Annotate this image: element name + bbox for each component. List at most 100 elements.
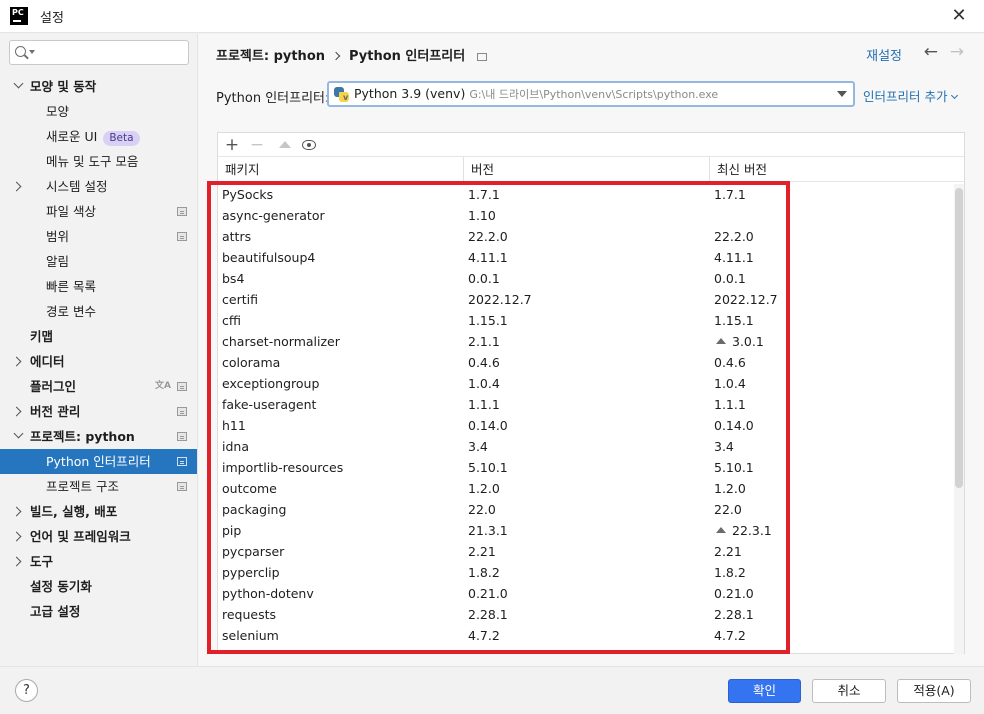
chevron-down-icon[interactable] [13, 428, 24, 439]
table-row[interactable]: fake-useragent 1.1.1 1.1.1 [218, 394, 956, 415]
sidebar-item-label: 버전 관리 [30, 404, 81, 419]
package-version: 1.0.4 [468, 376, 500, 391]
sidebar-item[interactable]: 모양 [0, 99, 197, 124]
interpreter-select[interactable]: v Python 3.9 (venv) G:\내 드라이브\Python\venv… [327, 81, 855, 107]
sidebar-item[interactable]: 버전 관리 [0, 399, 197, 424]
sidebar-item[interactable]: 설정 동기화 [0, 574, 197, 599]
help-button[interactable]: ? [15, 679, 38, 702]
project-scope-icon [177, 207, 187, 216]
sidebar-item[interactable]: 시스템 설정 [0, 174, 197, 199]
sidebar-item[interactable]: 새로운 UI Beta [0, 124, 197, 149]
back-arrow-icon[interactable]: ← [924, 42, 938, 62]
sidebar-item-label: 메뉴 및 도구 모음 [46, 154, 139, 169]
column-header-latest[interactable]: 최신 버전 [710, 157, 956, 182]
ok-button[interactable]: 확인 [728, 679, 801, 703]
latest-version-value: 1.8.2 [714, 565, 746, 580]
sidebar-item[interactable]: 메뉴 및 도구 모음 [0, 149, 197, 174]
dropdown-arrow-icon[interactable] [837, 91, 847, 97]
sidebar-item[interactable]: 고급 설정 [0, 599, 197, 624]
latest-version-value: 0.0.1 [714, 271, 746, 286]
package-latest-version: 2.21 [714, 541, 742, 562]
table-row[interactable]: pycparser 2.21 2.21 [218, 541, 956, 562]
table-row[interactable]: idna 3.4 3.4 [218, 436, 956, 457]
sidebar-item[interactable]: 파일 색상 [0, 199, 197, 224]
pycharm-logo-icon: PC [10, 7, 28, 25]
chevron-right-icon[interactable] [11, 356, 22, 367]
chevron-down-icon[interactable] [29, 50, 35, 54]
sidebar-item[interactable]: 플러그인 文A [0, 374, 197, 399]
sidebar-item[interactable]: 모양 및 동작 [0, 74, 197, 99]
forward-arrow-icon[interactable]: → [950, 42, 964, 62]
package-latest-version: 0.4.6 [714, 352, 746, 373]
chevron-right-icon[interactable] [11, 556, 22, 567]
sidebar-item[interactable]: 빌드, 실행, 배포 [0, 499, 197, 524]
table-row[interactable]: attrs 22.2.0 22.2.0 [218, 226, 956, 247]
table-row[interactable]: importlib-resources 5.10.1 5.10.1 [218, 457, 956, 478]
package-latest-version: 2.28.1 [714, 604, 754, 625]
table-row[interactable]: bs4 0.0.1 0.0.1 [218, 268, 956, 289]
show-early-releases-icon[interactable] [302, 140, 316, 150]
table-row[interactable]: packaging 22.0 22.0 [218, 499, 956, 520]
table-row[interactable]: selenium 4.7.2 4.7.2 [218, 625, 956, 646]
chevron-right-icon[interactable] [11, 406, 22, 417]
sidebar-item[interactable]: 프로젝트: python [0, 424, 197, 449]
table-row[interactable]: h11 0.14.0 0.14.0 [218, 415, 956, 436]
scrollbar-thumb[interactable] [955, 188, 963, 488]
latest-version-value: 1.0.4 [714, 376, 746, 391]
sidebar-item[interactable]: Python 인터프리터 [0, 449, 197, 474]
table-row[interactable]: async-generator 1.10 [218, 205, 956, 226]
chevron-right-icon[interactable] [11, 506, 22, 517]
project-scope-icon [177, 432, 187, 441]
sidebar-item[interactable]: 알림 [0, 249, 197, 274]
chevron-right-icon[interactable] [11, 181, 22, 192]
table-row[interactable]: pyperclip 1.8.2 1.8.2 [218, 562, 956, 583]
table-row[interactable]: outcome 1.2.0 1.2.0 [218, 478, 956, 499]
chevron-down-icon[interactable] [13, 78, 24, 89]
table-row[interactable]: charset-normalizer 2.1.1 3.0.1 [218, 331, 956, 352]
upgrade-package-icon[interactable] [279, 141, 291, 148]
table-row[interactable]: pip 21.3.1 22.3.1 [218, 520, 956, 541]
sidebar-item[interactable]: 언어 및 프레임워크 [0, 524, 197, 549]
package-version: 1.7.1 [468, 187, 500, 202]
sidebar-item-label: 프로젝트 구조 [46, 479, 119, 494]
table-row[interactable]: exceptiongroup 1.0.4 1.0.4 [218, 373, 956, 394]
package-name: requests [222, 607, 277, 622]
remove-package-icon[interactable]: − [246, 134, 268, 156]
table-row[interactable]: beautifulsoup4 4.11.1 4.11.1 [218, 247, 956, 268]
sidebar-item-label: 경로 변수 [46, 304, 96, 319]
apply-button[interactable]: 적용(A) [897, 679, 971, 703]
breadcrumb-project[interactable]: 프로젝트: python [216, 49, 325, 64]
sidebar-item[interactable]: 범위 [0, 224, 197, 249]
sidebar-item[interactable]: 빠른 목록 [0, 274, 197, 299]
table-row[interactable]: colorama 0.4.6 0.4.6 [218, 352, 956, 373]
table-row[interactable]: certifi 2022.12.7 2022.12.7 [218, 289, 956, 310]
latest-version-value: 22.2.0 [714, 229, 754, 244]
package-version: 2022.12.7 [468, 292, 532, 307]
column-header-package[interactable]: 패키지 [218, 157, 464, 182]
table-scrollbar[interactable] [954, 184, 964, 654]
latest-version-value: 0.21.0 [714, 586, 754, 601]
close-icon[interactable]: ✕ [948, 5, 970, 27]
cancel-button[interactable]: 취소 [812, 679, 886, 703]
sidebar-item[interactable]: 에디터 [0, 349, 197, 374]
latest-version-value: 1.7.1 [714, 187, 746, 202]
add-interpreter-link[interactable]: 인터프리터 추가 [863, 86, 959, 105]
package-name: bs4 [222, 271, 245, 286]
latest-version-value: 2022.12.7 [714, 292, 778, 307]
reset-link[interactable]: 재설정 [866, 45, 902, 64]
sidebar-item[interactable]: 도구 [0, 549, 197, 574]
sidebar-item[interactable]: 프로젝트 구조 [0, 474, 197, 499]
table-row[interactable]: PySocks 1.7.1 1.7.1 [218, 184, 956, 205]
table-row[interactable]: cffi 1.15.1 1.15.1 [218, 310, 956, 331]
column-header-version[interactable]: 버전 [464, 157, 710, 182]
settings-search-input[interactable] [9, 40, 189, 65]
package-name: outcome [222, 481, 277, 496]
latest-version-value: 0.14.0 [714, 418, 754, 433]
table-row[interactable]: python-dotenv 0.21.0 0.21.0 [218, 583, 956, 604]
sidebar-item[interactable]: 경로 변수 [0, 299, 197, 324]
table-row[interactable]: requests 2.28.1 2.28.1 [218, 604, 956, 625]
package-latest-version: 22.0 [714, 499, 742, 520]
add-package-icon[interactable]: + [221, 134, 243, 156]
sidebar-item[interactable]: 키맵 [0, 324, 197, 349]
chevron-right-icon[interactable] [11, 531, 22, 542]
